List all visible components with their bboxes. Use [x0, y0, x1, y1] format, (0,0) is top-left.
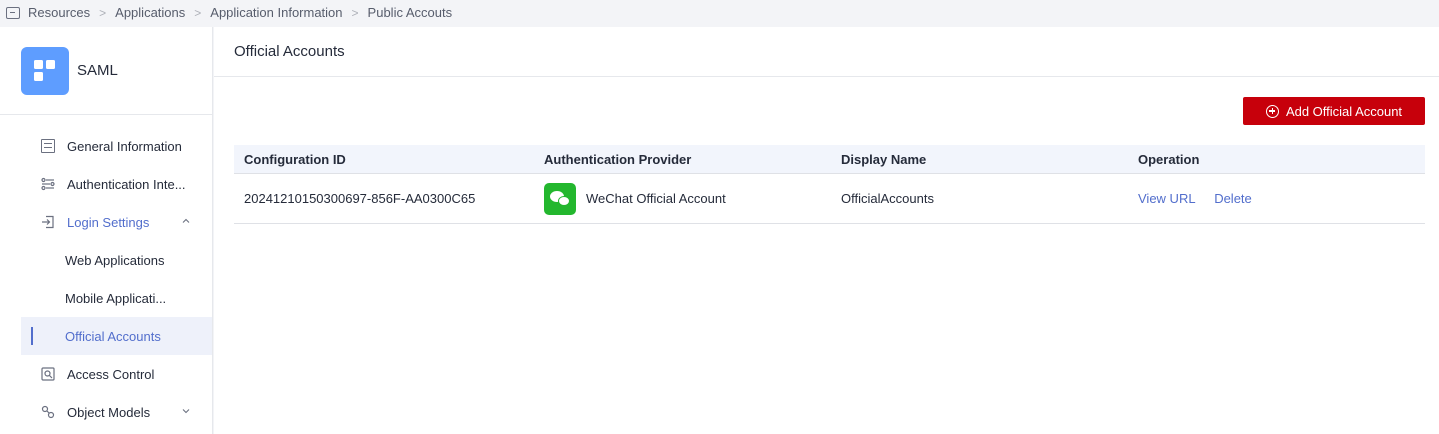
sidebar-item-authentication-integration[interactable]: Authentication Inte... — [0, 165, 212, 203]
chevron-down-icon[interactable] — [182, 407, 190, 415]
sidebar-item-label: Access Control — [67, 366, 155, 382]
sidebar-item-object-models[interactable]: Object Models — [0, 393, 212, 431]
breadcrumb-item-resources[interactable]: Resources — [28, 5, 90, 20]
column-header-display-name: Display Name — [841, 151, 927, 167]
sidebar-item-label: General Information — [67, 138, 182, 154]
app-header: SAML — [0, 27, 212, 115]
sidebar-item-general-information[interactable]: General Information — [0, 127, 212, 165]
authentication-icon — [41, 177, 55, 191]
chevron-right-icon: > — [351, 5, 359, 20]
wechat-icon — [544, 182, 576, 215]
sidebar-item-label: Mobile Applicati... — [65, 290, 167, 306]
table-header: Configuration ID Authentication Provider… — [234, 145, 1425, 174]
cell-authentication-provider: WeChat Official Account — [534, 182, 831, 215]
cell-display-name: OfficialAccounts — [841, 191, 934, 206]
sidebar: SAML General Information Authentication … — [0, 27, 213, 434]
sidebar-item-login-settings[interactable]: Login Settings — [0, 203, 212, 241]
sidebar-item-label: Authentication Inte... — [67, 176, 186, 192]
object-models-icon — [41, 405, 55, 419]
sidebar-item-label: Web Applications — [65, 252, 165, 268]
breadcrumb-item-applications[interactable]: Applications — [115, 5, 185, 20]
sidebar-item-web-applications[interactable]: Web Applications — [0, 241, 212, 279]
add-official-account-button[interactable]: Add Official Account — [1243, 97, 1425, 125]
login-icon — [42, 215, 54, 229]
delete-link[interactable]: Delete — [1214, 191, 1252, 206]
column-header-operation: Operation — [1138, 151, 1200, 167]
column-header-authentication-provider: Authentication Provider — [544, 151, 692, 167]
sidebar-item-label: Login Settings — [67, 214, 150, 230]
chevron-up-icon[interactable] — [182, 217, 190, 225]
chevron-right-icon: > — [99, 5, 107, 20]
view-url-link[interactable]: View URL — [1138, 191, 1196, 206]
sidebar-menu: General Information Authentication Inte.… — [0, 115, 212, 431]
cell-operation: View URL Delete — [1128, 191, 1425, 206]
app-name: SAML — [77, 62, 118, 79]
sidebar-item-label: Official Accounts — [65, 328, 161, 344]
add-button-label: Add Official Account — [1285, 103, 1403, 119]
sidebar-item-access-control[interactable]: Access Control — [0, 355, 212, 393]
cell-configuration-id: 20241210150300697-856F-AA0300C65 — [244, 191, 476, 206]
provider-name: WeChat Official Account — [586, 191, 726, 206]
app-logo-icon — [21, 46, 69, 95]
breadcrumb-item-application-information[interactable]: Application Information — [210, 5, 342, 20]
sidebar-item-official-accounts[interactable]: Official Accounts — [21, 317, 212, 355]
table-row: 20241210150300697-856F-AA0300C65 WeChat … — [234, 174, 1425, 224]
resources-icon — [6, 6, 20, 19]
chevron-right-icon: > — [194, 5, 202, 20]
document-icon — [41, 139, 55, 153]
sidebar-item-label: Object Models — [67, 404, 151, 420]
main-content: Official Accounts Add Official Account C… — [214, 27, 1439, 434]
breadcrumb: Resources > Applications > Application I… — [0, 0, 1439, 25]
plus-circle-icon — [1265, 104, 1279, 118]
official-accounts-table: Configuration ID Authentication Provider… — [234, 145, 1425, 224]
column-header-configuration-id: Configuration ID — [244, 151, 346, 167]
page-title: Official Accounts — [214, 27, 1439, 77]
breadcrumb-item-current: Public Accouts — [367, 5, 453, 20]
sidebar-item-mobile-applications[interactable]: Mobile Applicati... — [0, 279, 212, 317]
access-control-icon — [41, 367, 55, 381]
